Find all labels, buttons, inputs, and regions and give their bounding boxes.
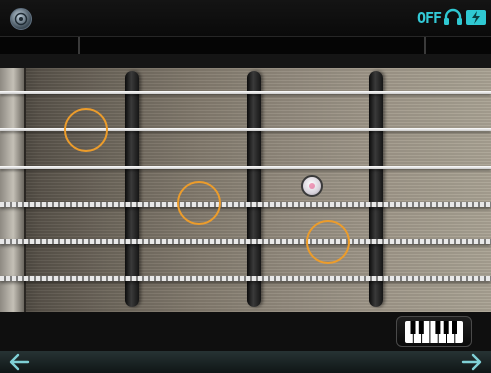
fret-2 [247,71,261,307]
keyboard-toggle-button[interactable] [396,316,472,347]
info-divider [424,37,426,54]
string-3[interactable] [0,166,491,169]
headphones-icon [444,8,462,25]
string-1[interactable] [0,91,491,94]
info-bar [0,36,491,55]
battery-charging-icon [466,10,486,25]
fretboard[interactable] [0,68,491,312]
note-marker[interactable] [306,220,350,264]
string-4[interactable] [0,202,491,207]
note-marker[interactable] [177,181,221,225]
info-divider [78,37,80,54]
pick-indicator-icon[interactable] [301,175,323,197]
bottom-bar [0,312,491,351]
fret-1 [125,71,139,307]
piano-keys-icon [405,321,463,343]
arrow-right-icon[interactable] [461,353,483,371]
arrow-left-icon[interactable] [8,353,30,371]
note-marker[interactable] [64,108,108,152]
fret-3 [369,71,383,307]
audio-status-label: OFF [417,9,442,27]
header-strip [0,54,491,68]
status-bar: OFF [0,0,491,36]
app-logo-icon[interactable] [10,8,32,30]
guitar-app: OFF [0,0,491,373]
navigation-bar [0,351,491,373]
string-5[interactable] [0,239,491,244]
string-6[interactable] [0,276,491,281]
